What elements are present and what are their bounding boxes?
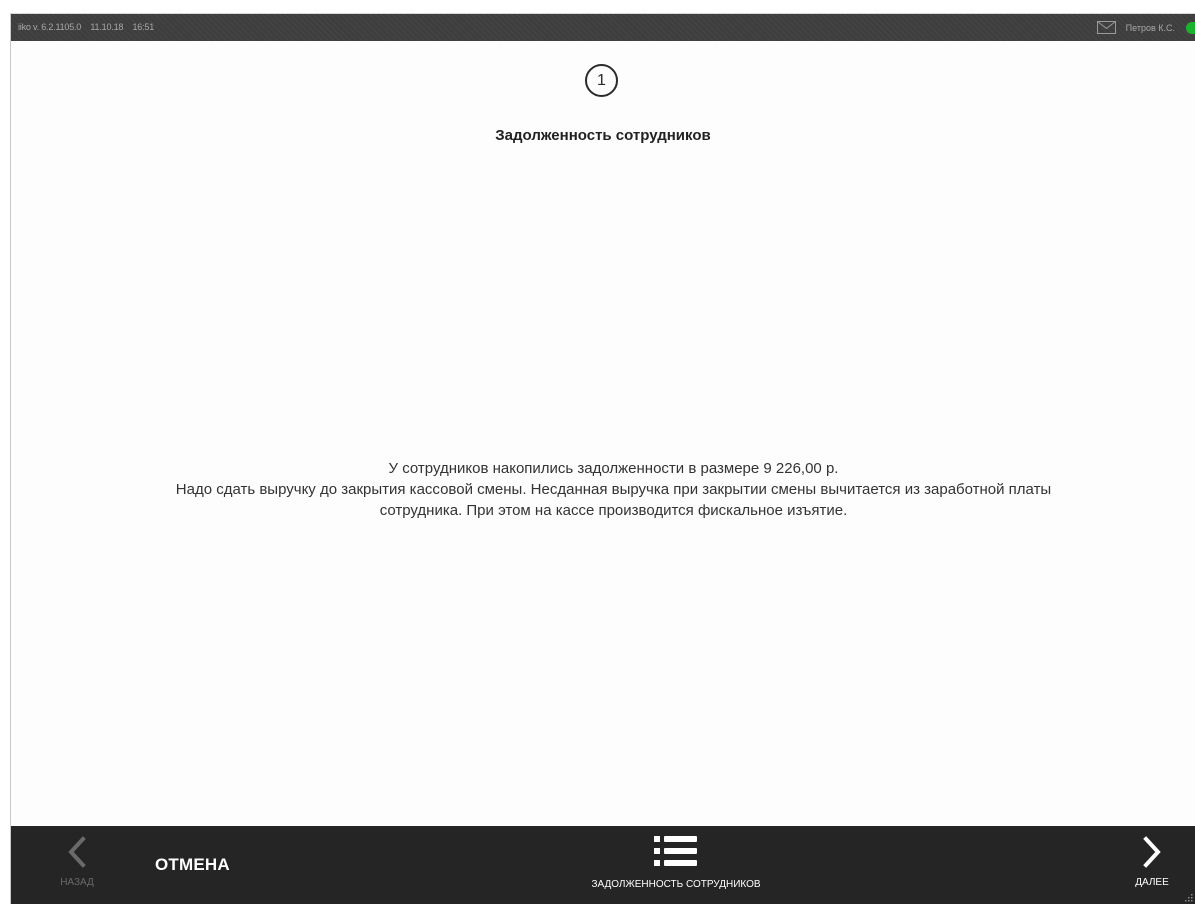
step-number: 1 (597, 71, 606, 89)
next-button[interactable]: ДАЛЕЕ (1122, 836, 1182, 898)
user-name[interactable]: Петров К.С. (1126, 23, 1175, 33)
cancel-button[interactable]: ОТМЕНА (155, 855, 230, 875)
bottom-toolbar: НАЗАД ОТМЕНА ЗАДОЛЖЕННОСТЬ СОТРУДНИКОВ Д… (11, 826, 1195, 904)
next-label: ДАЛЕЕ (1135, 877, 1169, 888)
back-label: НАЗАД (60, 877, 94, 888)
message-line: сотрудника. При этом на кассе производит… (379, 502, 848, 519)
message-line: Надо сдать выручку до закрытия кассовой … (175, 481, 1052, 498)
title-bar-info: iiko v. 6.2.1105.0 11.10.18 16:51 (18, 22, 161, 32)
mail-icon[interactable] (1096, 21, 1116, 34)
connection-status-indicator (1186, 21, 1195, 34)
employee-debts-button[interactable]: ЗАДОЛЖЕННОСТЬ СОТРУДНИКОВ (561, 834, 791, 898)
title-bar-right: Петров К.С. (1096, 14, 1195, 41)
title-bar: iiko v. 6.2.1105.0 11.10.18 16:51 Петров… (11, 14, 1195, 41)
back-button[interactable]: НАЗАД (47, 836, 107, 898)
current-date: 11.10.18 (90, 22, 124, 32)
app-version: iiko v. 6.2.1105.0 (18, 22, 82, 32)
current-time: 16:51 (132, 22, 155, 32)
employee-debts-label: ЗАДОЛЖЕННОСТЬ СОТРУДНИКОВ (591, 879, 761, 890)
page-title: Задолженность сотрудников (495, 127, 711, 144)
step-indicator: 1 (585, 64, 618, 97)
list-icon (654, 836, 697, 866)
chevron-left-icon (68, 836, 86, 868)
app-window: iiko v. 6.2.1105.0 11.10.18 16:51 Петров… (10, 13, 1195, 904)
message-line: У сотрудников накопились задолженности в… (388, 460, 839, 477)
chevron-right-icon (1143, 836, 1161, 868)
resize-grip-icon[interactable] (1183, 892, 1193, 902)
debt-message: У сотрудников накопились задолженности в… (41, 458, 1186, 521)
